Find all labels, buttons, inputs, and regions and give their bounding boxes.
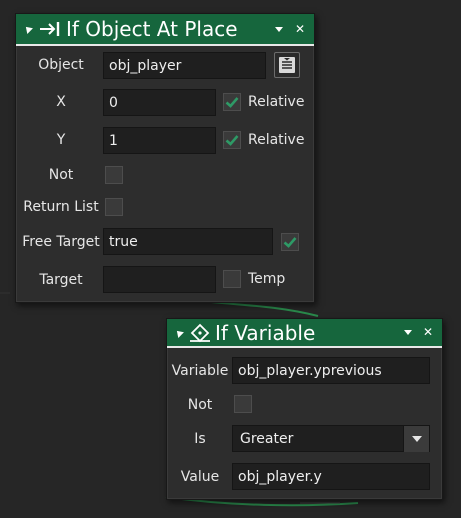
object-field[interactable]: obj_player xyxy=(103,52,266,79)
target-temp-checkbox[interactable] xyxy=(223,270,241,288)
value-label: Value xyxy=(180,469,220,485)
variable-field[interactable]: obj_player.yprevious xyxy=(232,357,430,384)
return-list-label: Return List xyxy=(23,199,99,215)
is-select[interactable]: Greater xyxy=(232,425,430,452)
node-title: If Object At Place xyxy=(66,17,238,41)
checkmark-icon xyxy=(225,135,239,146)
target-temp-label: Temp xyxy=(248,271,286,287)
x-label: X xyxy=(56,94,66,110)
node-header[interactable]: If Object At Place ✕ xyxy=(16,14,314,46)
y-relative-label: Relative xyxy=(248,132,305,148)
object-label: Object xyxy=(38,57,84,73)
y-field[interactable]: 1 xyxy=(103,127,216,154)
if-object-at-place-node[interactable]: If Object At Place ✕ Object obj_player X… xyxy=(15,13,315,303)
not-checkbox[interactable] xyxy=(105,166,123,184)
checkmark-icon xyxy=(283,237,297,248)
variable-label: Variable xyxy=(171,363,229,379)
close-icon[interactable]: ✕ xyxy=(295,23,305,35)
checkmark-icon xyxy=(225,97,239,108)
x-field[interactable]: 0 xyxy=(103,89,216,116)
is-label: Is xyxy=(194,431,206,447)
dropdown-arrow-icon[interactable] xyxy=(403,426,429,452)
target-field[interactable] xyxy=(103,266,216,293)
not-label: Not xyxy=(187,397,213,413)
variable-node-icon xyxy=(189,323,211,343)
x-relative-label: Relative xyxy=(248,94,305,110)
close-icon[interactable]: ✕ xyxy=(423,326,433,338)
chevron-down-icon[interactable] xyxy=(404,330,412,335)
free-target-field[interactable]: true xyxy=(103,228,273,255)
chevron-down-icon[interactable] xyxy=(275,27,283,32)
free-target-label: Free Target xyxy=(22,234,100,250)
list-icon xyxy=(279,57,295,73)
object-picker-button[interactable] xyxy=(274,52,300,78)
return-list-checkbox[interactable] xyxy=(105,198,123,216)
y-relative-checkbox[interactable] xyxy=(223,131,241,149)
is-select-value: Greater xyxy=(240,430,294,447)
y-label: Y xyxy=(56,132,66,148)
value-field[interactable]: obj_player.y xyxy=(232,463,430,490)
not-label: Not xyxy=(48,167,74,183)
collapse-arrow-icon[interactable] xyxy=(23,24,33,34)
target-label: Target xyxy=(39,272,83,288)
node-title: If Variable xyxy=(215,320,316,345)
collapse-arrow-icon[interactable] xyxy=(174,327,184,338)
arrow-to-bar-icon xyxy=(38,20,62,38)
free-target-checkbox[interactable] xyxy=(281,233,299,251)
if-variable-node[interactable]: If Variable ✕ Variable obj_player.yprevi… xyxy=(166,318,443,500)
x-relative-checkbox[interactable] xyxy=(223,93,241,111)
not-checkbox[interactable] xyxy=(234,395,252,413)
node-header[interactable]: If Variable ✕ xyxy=(167,319,442,348)
